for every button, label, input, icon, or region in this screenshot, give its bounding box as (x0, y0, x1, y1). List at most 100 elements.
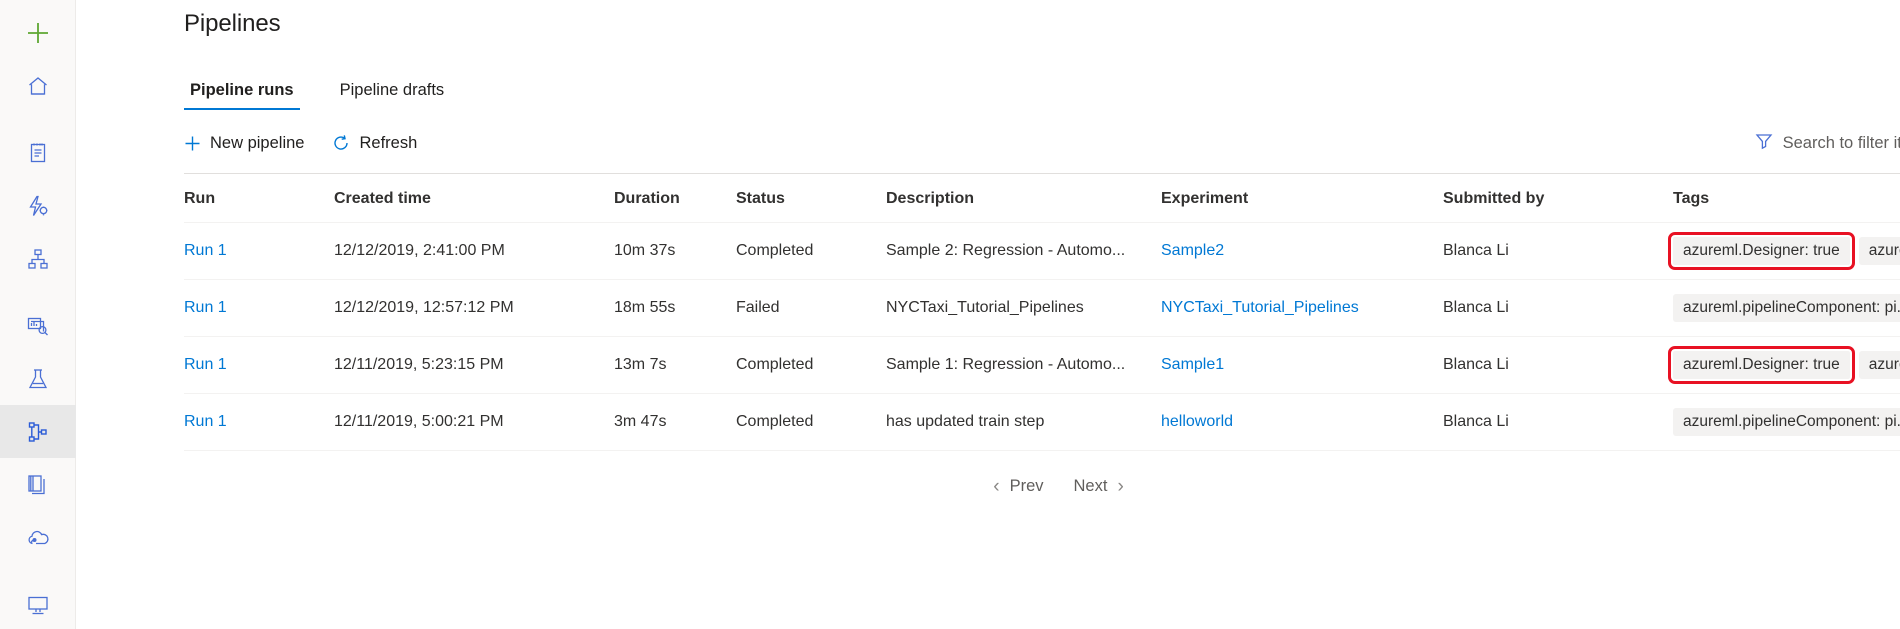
cell-created-time: 12/12/2019, 12:57:12 PM (334, 280, 614, 337)
run-link[interactable]: Run 1 (184, 356, 227, 373)
cell-experiment: helloworld (1161, 394, 1443, 451)
status-badge[interactable]: azureml.Designer: true (1673, 237, 1850, 265)
sidebar-item-automated-ml[interactable] (0, 179, 76, 232)
table-row[interactable]: Run 1 12/12/2019, 2:41:00 PM 10m 37s Com… (184, 223, 1900, 280)
next-page-button[interactable]: Next › (1062, 473, 1136, 500)
command-bar: New pipeline Refresh Search (184, 127, 1900, 159)
sidebar-item-home[interactable] (0, 59, 76, 112)
pipeline-runs-table: Run Created time Duration Status Descrip… (184, 174, 1900, 451)
column-header-run[interactable]: Run (184, 174, 334, 223)
cell-tags: azureml.Designer: true azure... (1673, 337, 1900, 394)
run-link[interactable]: Run 1 (184, 242, 227, 259)
refresh-icon (332, 134, 350, 152)
cell-duration: 18m 55s (614, 280, 736, 337)
notebook-icon (26, 141, 50, 165)
status-badge[interactable]: azureml.Designer: true (1673, 351, 1850, 379)
cell-status: Completed (736, 394, 886, 451)
next-page-label: Next (1074, 477, 1108, 496)
sidebar-item-notebooks[interactable] (0, 126, 76, 179)
column-header-submitted-by[interactable]: Submitted by (1443, 174, 1673, 223)
table-row[interactable]: Run 1 12/11/2019, 5:23:15 PM 13m 7s Comp… (184, 337, 1900, 394)
cell-description: Sample 2: Regression - Automo... (886, 223, 1161, 280)
tab-pipeline-drafts[interactable]: Pipeline drafts (334, 81, 451, 110)
sidebar-item-endpoints[interactable] (0, 511, 76, 564)
table-header-row: Run Created time Duration Status Descrip… (184, 174, 1900, 223)
sidebar-item-pipelines[interactable] (0, 405, 76, 458)
status-badge[interactable]: azureml.pipelineComponent: pi... (1673, 294, 1900, 322)
sidebar-item-new[interactable] (0, 6, 76, 59)
table-head: Run Created time Duration Status Descrip… (184, 174, 1900, 223)
tag-list: azureml.Designer: true azure... (1673, 351, 1900, 379)
cell-created-time: 12/12/2019, 2:41:00 PM (334, 223, 614, 280)
sidebar-group-manage (0, 578, 75, 629)
prev-page-button[interactable]: ‹ Prev (981, 473, 1055, 500)
table-row[interactable]: Run 1 12/12/2019, 12:57:12 PM 18m 55s Fa… (184, 280, 1900, 337)
experiment-link[interactable]: Sample2 (1161, 242, 1224, 259)
column-header-description[interactable]: Description (886, 174, 1161, 223)
cell-submitted-by: Blanca Li (1443, 394, 1673, 451)
cloud-endpoint-icon (26, 526, 50, 550)
cell-experiment: Sample1 (1161, 337, 1443, 394)
column-header-duration[interactable]: Duration (614, 174, 736, 223)
column-header-created-time[interactable]: Created time (334, 174, 614, 223)
tab-pipeline-runs[interactable]: Pipeline runs (184, 81, 300, 110)
tag-list: azureml.pipelineComponent: pi... (1673, 294, 1900, 322)
cell-duration: 3m 47s (614, 394, 736, 451)
cell-description: NYCTaxi_Tutorial_Pipelines (886, 280, 1161, 337)
sidebar-item-compute[interactable] (0, 578, 76, 629)
tab-list: Pipeline runs Pipeline drafts (184, 72, 1900, 110)
experiment-link[interactable]: NYCTaxi_Tutorial_Pipelines (1161, 299, 1359, 316)
cell-run: Run 1 (184, 223, 334, 280)
run-link[interactable]: Run 1 (184, 299, 227, 316)
cell-submitted-by: Blanca Li (1443, 337, 1673, 394)
status-badge[interactable]: azureml.pipelineComponent: pi... (1673, 408, 1900, 436)
sidebar-item-datasets[interactable] (0, 299, 76, 352)
filter-icon (1755, 132, 1773, 155)
refresh-button[interactable]: Refresh (332, 134, 417, 153)
app-root: Pipelines Pipeline runs Pipeline drafts … (0, 0, 1900, 629)
chevron-right-icon: › (1117, 477, 1123, 496)
new-pipeline-button[interactable]: New pipeline (184, 134, 304, 153)
home-icon (26, 74, 50, 98)
cell-experiment: Sample2 (1161, 223, 1443, 280)
cell-run: Run 1 (184, 394, 334, 451)
status-badge[interactable]: azure... (1859, 351, 1900, 379)
cell-tags: azureml.pipelineComponent: pi... (1673, 394, 1900, 451)
tag-list: azureml.Designer: true azure... (1673, 237, 1900, 265)
cell-duration: 10m 37s (614, 223, 736, 280)
sidebar-group-primary (0, 6, 75, 112)
sidebar-item-models[interactable] (0, 458, 76, 511)
pipelines-icon (26, 420, 50, 444)
column-header-tags[interactable]: Tags (1673, 174, 1900, 223)
monitor-icon (26, 593, 50, 617)
cell-tags: azureml.pipelineComponent: pi... (1673, 280, 1900, 337)
search-filter-label: Search to filter items (1783, 134, 1900, 153)
experiment-link[interactable]: helloworld (1161, 413, 1233, 430)
page-title: Pipelines (184, 10, 1900, 38)
cell-status: Completed (736, 223, 886, 280)
sidebar-item-designer[interactable] (0, 232, 76, 285)
column-header-experiment[interactable]: Experiment (1161, 174, 1443, 223)
main-content: Pipelines Pipeline runs Pipeline drafts … (76, 0, 1900, 629)
cell-created-time: 12/11/2019, 5:23:15 PM (334, 337, 614, 394)
plus-icon (184, 135, 201, 152)
flask-icon (26, 367, 50, 391)
pagination: ‹ Prev Next › (184, 473, 1900, 500)
sidebar-item-experiments[interactable] (0, 352, 76, 405)
cell-submitted-by: Blanca Li (1443, 223, 1673, 280)
datasets-icon (26, 314, 50, 338)
cell-description: Sample 1: Regression - Automo... (886, 337, 1161, 394)
new-pipeline-label: New pipeline (210, 134, 304, 153)
experiment-link[interactable]: Sample1 (1161, 356, 1224, 373)
table-row[interactable]: Run 1 12/11/2019, 5:00:21 PM 3m 47s Comp… (184, 394, 1900, 451)
run-link[interactable]: Run 1 (184, 413, 227, 430)
search-filter-button[interactable]: Search to filter items (1755, 132, 1900, 155)
status-badge[interactable]: azure... (1859, 237, 1900, 265)
cell-description: has updated train step (886, 394, 1161, 451)
cell-submitted-by: Blanca Li (1443, 280, 1673, 337)
refresh-label: Refresh (359, 134, 417, 153)
column-header-status[interactable]: Status (736, 174, 886, 223)
left-navigation-sidebar (0, 0, 76, 629)
cell-created-time: 12/11/2019, 5:00:21 PM (334, 394, 614, 451)
designer-icon (26, 247, 50, 271)
